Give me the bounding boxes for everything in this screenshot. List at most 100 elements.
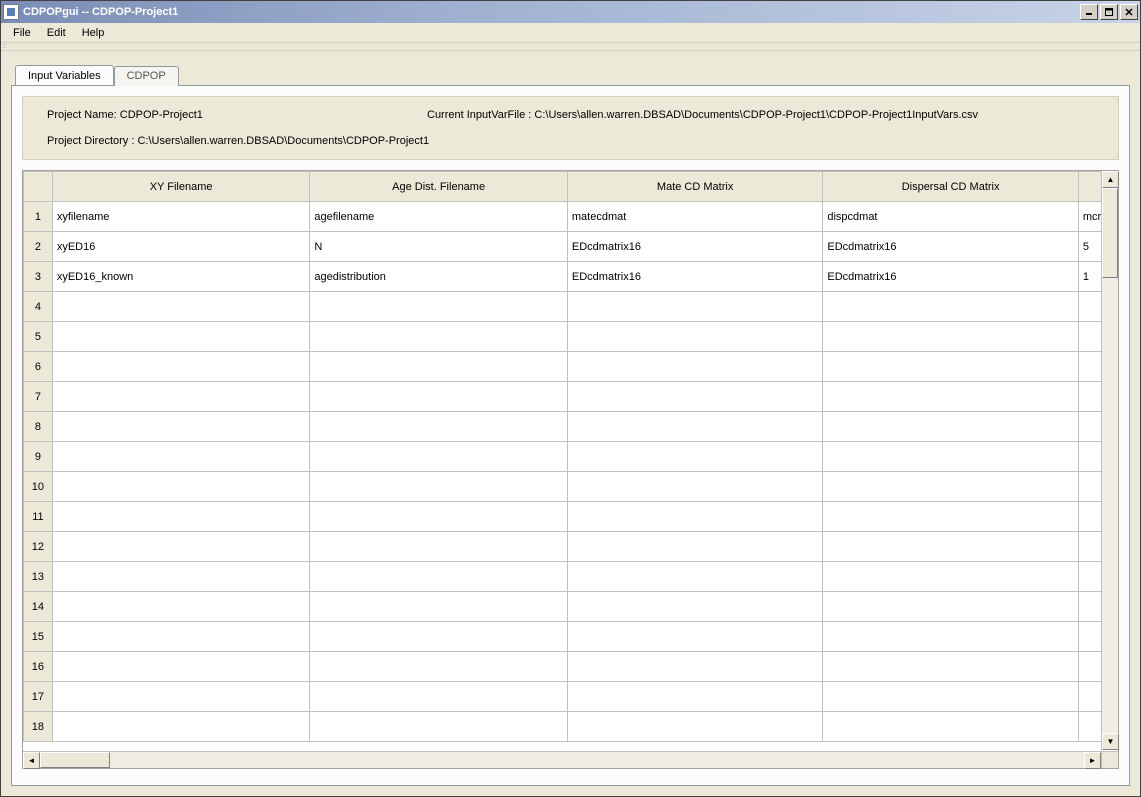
maximize-button[interactable] xyxy=(1100,4,1118,20)
titlebar[interactable]: CDPOPgui -- CDPOP-Project1 xyxy=(1,1,1140,23)
row-header[interactable]: 9 xyxy=(24,442,53,472)
row-header[interactable]: 3 xyxy=(24,262,53,292)
col-header-xy[interactable]: XY Filename xyxy=(52,172,310,202)
cell-mate[interactable] xyxy=(567,472,822,502)
cell-disp[interactable]: EDcdmatrix16 xyxy=(823,262,1078,292)
cell-age[interactable] xyxy=(310,412,568,442)
cell-xy[interactable] xyxy=(52,682,310,712)
row-header[interactable]: 11 xyxy=(24,502,53,532)
cell-disp[interactable] xyxy=(823,712,1078,742)
cell-disp[interactable]: EDcdmatrix16 xyxy=(823,232,1078,262)
cell-age[interactable] xyxy=(310,682,568,712)
cell-disp[interactable] xyxy=(823,682,1078,712)
cell-xy[interactable] xyxy=(52,292,310,322)
cell-age[interactable] xyxy=(310,622,568,652)
cell-mate[interactable] xyxy=(567,502,822,532)
cell-age[interactable]: N xyxy=(310,232,568,262)
cell-mate[interactable] xyxy=(567,562,822,592)
col-header-mate[interactable]: Mate CD Matrix xyxy=(567,172,822,202)
cell-xy[interactable] xyxy=(52,652,310,682)
row-header[interactable]: 12 xyxy=(24,532,53,562)
cell-mate[interactable] xyxy=(567,622,822,652)
cell-disp[interactable] xyxy=(823,502,1078,532)
menu-help[interactable]: Help xyxy=(74,25,113,41)
cell-xy[interactable] xyxy=(52,712,310,742)
cell-disp[interactable] xyxy=(823,622,1078,652)
scroll-up-icon[interactable]: ▲ xyxy=(1102,171,1119,188)
cell-disp[interactable] xyxy=(823,652,1078,682)
row-header[interactable]: 1 xyxy=(24,202,53,232)
cell-mate[interactable] xyxy=(567,292,822,322)
toolbar-gripper[interactable]: :: xyxy=(1,43,1140,51)
cell-mate[interactable] xyxy=(567,442,822,472)
cell-mate[interactable] xyxy=(567,682,822,712)
cell-age[interactable] xyxy=(310,322,568,352)
cell-age[interactable] xyxy=(310,592,568,622)
scroll-left-icon[interactable]: ◄ xyxy=(23,752,40,769)
scroll-down-icon[interactable]: ▼ xyxy=(1102,733,1119,750)
cell-disp[interactable]: dispcdmat xyxy=(823,202,1078,232)
cell-mate[interactable] xyxy=(567,652,822,682)
cell-disp[interactable] xyxy=(823,592,1078,622)
cell-age[interactable] xyxy=(310,532,568,562)
grid-corner[interactable] xyxy=(24,172,53,202)
cell-age[interactable] xyxy=(310,562,568,592)
cell-xy[interactable] xyxy=(52,562,310,592)
hscroll-track[interactable] xyxy=(40,752,1084,768)
cell-mate[interactable] xyxy=(567,412,822,442)
cell-xy[interactable] xyxy=(52,412,310,442)
cell-mate[interactable] xyxy=(567,322,822,352)
menu-edit[interactable]: Edit xyxy=(39,25,74,41)
cell-xy[interactable] xyxy=(52,502,310,532)
col-header-age[interactable]: Age Dist. Filename xyxy=(310,172,568,202)
hscroll-thumb[interactable] xyxy=(40,752,110,768)
row-header[interactable]: 14 xyxy=(24,592,53,622)
cell-mate[interactable] xyxy=(567,352,822,382)
cell-age[interactable] xyxy=(310,472,568,502)
horizontal-scrollbar[interactable]: ◄ ► xyxy=(23,751,1101,768)
cell-age[interactable] xyxy=(310,442,568,472)
cell-xy[interactable] xyxy=(52,592,310,622)
cell-mate[interactable]: EDcdmatrix16 xyxy=(567,262,822,292)
row-header[interactable]: 13 xyxy=(24,562,53,592)
cell-xy[interactable] xyxy=(52,322,310,352)
cell-xy[interactable] xyxy=(52,382,310,412)
row-header[interactable]: 7 xyxy=(24,382,53,412)
vscroll-thumb[interactable] xyxy=(1102,188,1118,278)
cell-xy[interactable] xyxy=(52,472,310,502)
cell-disp[interactable] xyxy=(823,472,1078,502)
tab-input-variables[interactable]: Input Variables xyxy=(15,65,114,85)
row-header[interactable]: 16 xyxy=(24,652,53,682)
scroll-right-icon[interactable]: ► xyxy=(1084,752,1101,769)
close-button[interactable] xyxy=(1120,4,1138,20)
row-header[interactable]: 10 xyxy=(24,472,53,502)
row-header[interactable]: 5 xyxy=(24,322,53,352)
cell-age[interactable] xyxy=(310,502,568,532)
cell-mate[interactable] xyxy=(567,382,822,412)
cell-age[interactable] xyxy=(310,382,568,412)
cell-xy[interactable] xyxy=(52,442,310,472)
cell-mate[interactable]: EDcdmatrix16 xyxy=(567,232,822,262)
cell-disp[interactable] xyxy=(823,532,1078,562)
cell-disp[interactable] xyxy=(823,412,1078,442)
row-header[interactable]: 6 xyxy=(24,352,53,382)
cell-xy[interactable] xyxy=(52,352,310,382)
row-header[interactable]: 18 xyxy=(24,712,53,742)
cell-disp[interactable] xyxy=(823,352,1078,382)
vscroll-track[interactable] xyxy=(1102,188,1118,733)
row-header[interactable]: 15 xyxy=(24,622,53,652)
vertical-scrollbar[interactable]: ▲ ▼ xyxy=(1101,171,1118,750)
cell-mate[interactable] xyxy=(567,532,822,562)
row-header[interactable]: 8 xyxy=(24,412,53,442)
cell-mate[interactable]: matecdmat xyxy=(567,202,822,232)
cell-age[interactable] xyxy=(310,292,568,322)
cell-xy[interactable]: xyfilename xyxy=(52,202,310,232)
minimize-button[interactable] xyxy=(1080,4,1098,20)
cell-xy[interactable]: xyED16_known xyxy=(52,262,310,292)
row-header[interactable]: 4 xyxy=(24,292,53,322)
cell-disp[interactable] xyxy=(823,562,1078,592)
cell-xy[interactable] xyxy=(52,622,310,652)
col-header-disp[interactable]: Dispersal CD Matrix xyxy=(823,172,1078,202)
cell-disp[interactable] xyxy=(823,382,1078,412)
menu-file[interactable]: File xyxy=(5,25,39,41)
